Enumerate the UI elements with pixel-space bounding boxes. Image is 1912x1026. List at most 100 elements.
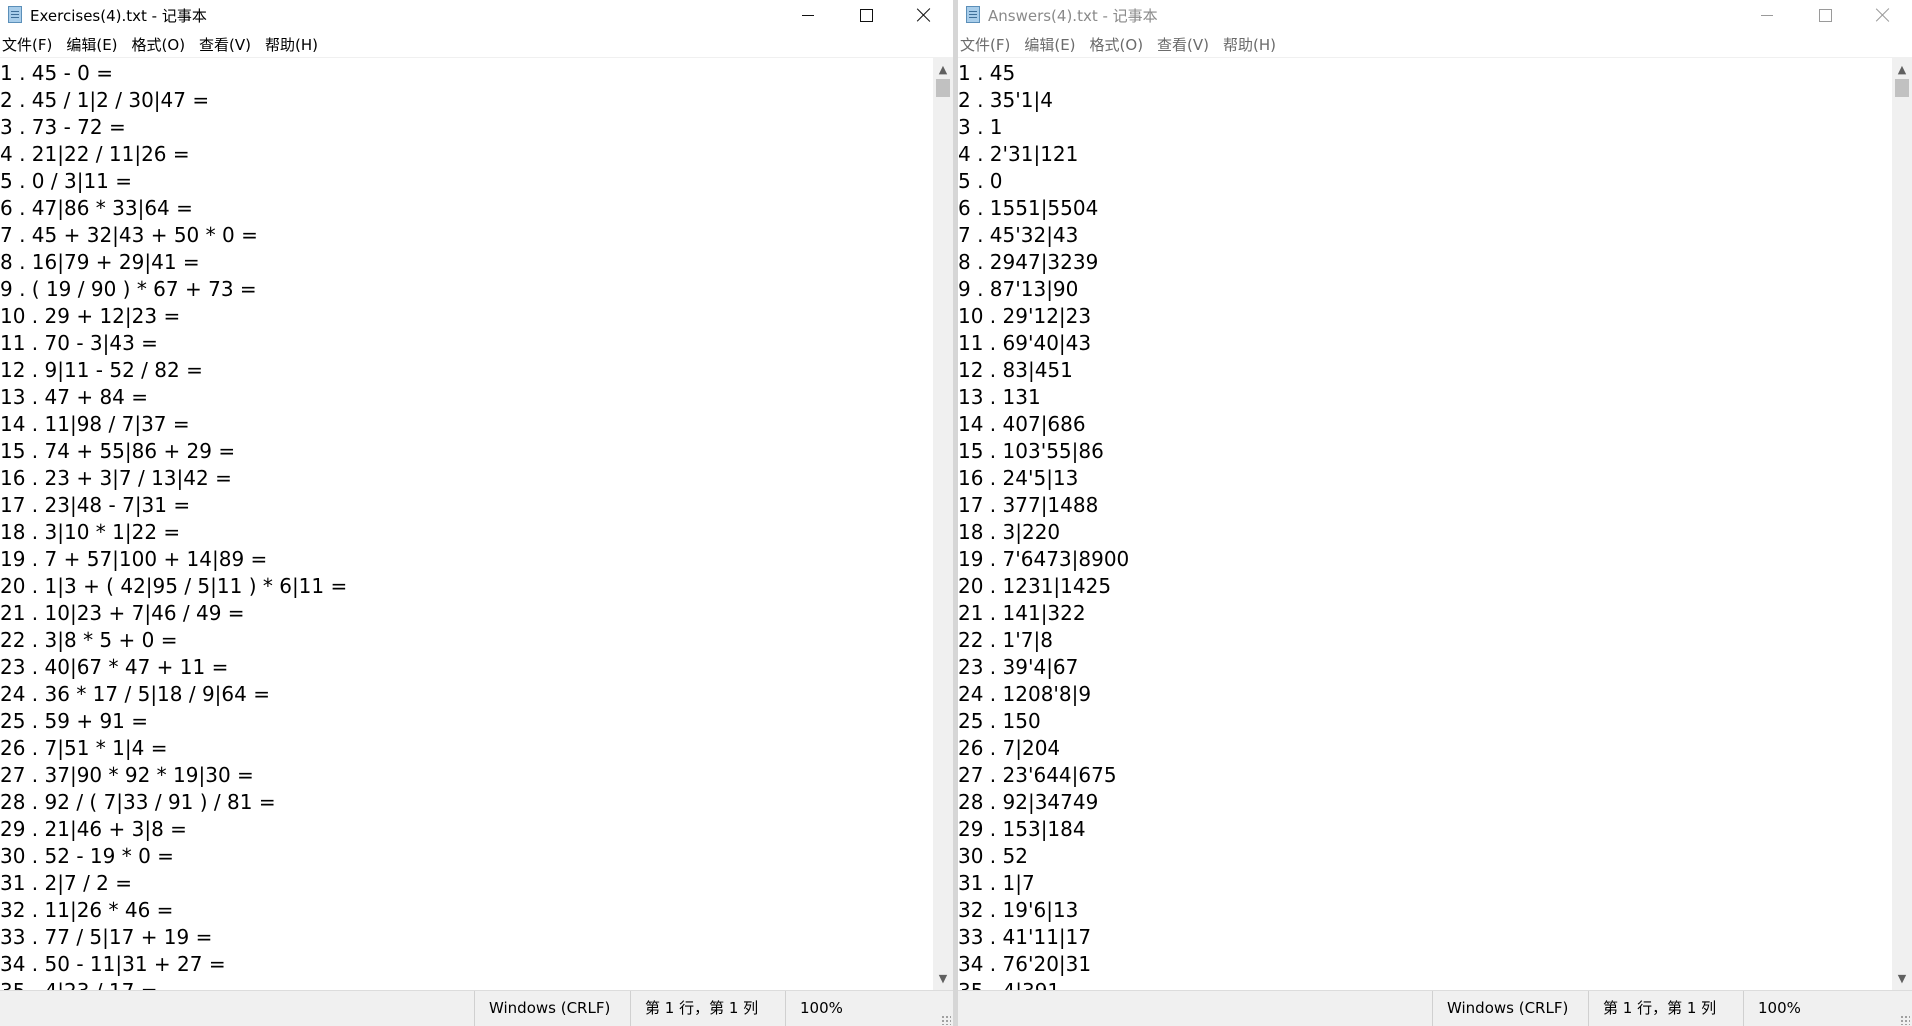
- text-line: 15 . 103'55|86: [958, 439, 1104, 463]
- vertical-scrollbar[interactable]: ▲ ▼: [933, 57, 953, 990]
- menu-format[interactable]: 格式(O): [1088, 33, 1152, 57]
- window-title: Exercises(4).txt - 记事本: [30, 7, 207, 25]
- menu-help[interactable]: 帮助(H): [263, 33, 326, 57]
- status-zoom: 100%: [785, 991, 925, 1026]
- minimize-icon: [802, 14, 814, 16]
- text-line: 31 . 2|7 / 2 =: [0, 871, 133, 895]
- text-lines: 1 . 45 2 . 35'1|4 3 . 1 4 . 2'31|121 5 . 0 6 …: [958, 58, 1892, 991]
- notepad-app-icon[interactable]: [966, 6, 980, 23]
- status-bar: Windows (CRLF) 第 1 行，第 1 列 100%: [958, 990, 1912, 1026]
- text-line: 26 . 7|204: [958, 736, 1061, 760]
- status-cursor-position: 第 1 行，第 1 列: [1588, 991, 1743, 1026]
- title-bar[interactable]: Exercises(4).txt - 记事本: [0, 0, 953, 30]
- menu-help[interactable]: 帮助(H): [1221, 33, 1284, 57]
- text-line: 3 . 1: [958, 115, 1003, 139]
- status-zoom: 100%: [1743, 991, 1883, 1026]
- text-line: 29 . 153|184: [958, 817, 1086, 841]
- text-line: 17 . 23|48 - 7|31 =: [0, 493, 191, 517]
- scroll-up-icon[interactable]: ▲: [933, 59, 953, 79]
- text-line: 32 . 19'6|13: [958, 898, 1079, 922]
- text-line: 6 . 1551|5504: [958, 196, 1099, 220]
- text-line: 5 . 0: [958, 169, 1003, 193]
- notepad-window-exercises: Exercises(4).txt - 记事本 文件(F) 编辑(E) 格式(O)…: [0, 0, 953, 1026]
- scroll-down-icon[interactable]: ▼: [1892, 968, 1912, 988]
- status-encoding: Windows (CRLF): [474, 991, 630, 1026]
- maximize-button[interactable]: [837, 0, 895, 30]
- text-line: 17 . 377|1488: [958, 493, 1099, 517]
- close-icon: [917, 8, 931, 22]
- text-line: 1 . 45: [958, 61, 1016, 85]
- text-line: 24 . 36 * 17 / 5|18 / 9|64 =: [0, 682, 270, 706]
- text-line: 12 . 9|11 - 52 / 82 =: [0, 358, 203, 382]
- menu-edit[interactable]: 编辑(E): [64, 33, 125, 57]
- text-line: 33 . 41'11|17: [958, 925, 1092, 949]
- text-line: 9 . 87'13|90: [958, 277, 1079, 301]
- text-line: 27 . 23'644|675: [958, 763, 1117, 787]
- text-line: 7 . 45'32|43: [958, 223, 1079, 247]
- text-line: 11 . 69'40|43: [958, 331, 1092, 355]
- text-line: 6 . 47|86 * 33|64 =: [0, 196, 193, 220]
- text-line: 14 . 407|686: [958, 412, 1086, 436]
- text-line: 31 . 1|7: [958, 871, 1035, 895]
- text-line: 18 . 3|10 * 1|22 =: [0, 520, 181, 544]
- text-line: 28 . 92|34749: [958, 790, 1099, 814]
- text-line: 13 . 47 + 84 =: [0, 385, 149, 409]
- text-line: 9 . ( 19 / 90 ) * 67 + 73 =: [0, 277, 257, 301]
- vertical-scrollbar[interactable]: ▲ ▼: [1892, 57, 1912, 990]
- maximize-button[interactable]: [1796, 0, 1854, 30]
- resize-grip-icon[interactable]: [1900, 1015, 1910, 1025]
- text-line: 29 . 21|46 + 3|8 =: [0, 817, 187, 841]
- status-bar: Windows (CRLF) 第 1 行，第 1 列 100%: [0, 990, 953, 1026]
- text-line: 22 . 1'7|8: [958, 628, 1053, 652]
- text-line: 8 . 2947|3239: [958, 250, 1099, 274]
- text-line: 14 . 11|98 / 7|37 =: [0, 412, 190, 436]
- resize-grip-icon[interactable]: [941, 1015, 951, 1025]
- menu-file[interactable]: 文件(F): [958, 33, 1018, 57]
- text-line: 3 . 73 - 72 =: [0, 115, 126, 139]
- text-line: 18 . 3|220: [958, 520, 1061, 544]
- text-line: 15 . 74 + 55|86 + 29 =: [0, 439, 236, 463]
- text-line: 19 . 7'6473|8900: [958, 547, 1130, 571]
- text-line: 21 . 10|23 + 7|46 / 49 =: [0, 601, 245, 625]
- menu-view[interactable]: 查看(V): [1155, 33, 1217, 57]
- text-editor-area[interactable]: 1 . 45 - 0 = 2 . 45 / 1|2 / 30|47 = 3 . 73…: [0, 57, 933, 991]
- text-line: 30 . 52: [958, 844, 1028, 868]
- minimize-button[interactable]: [1738, 0, 1796, 30]
- close-button[interactable]: [895, 0, 953, 30]
- scrollbar-thumb[interactable]: [936, 79, 950, 97]
- text-line: 7 . 45 + 32|43 + 50 * 0 =: [0, 223, 258, 247]
- maximize-icon: [859, 8, 873, 22]
- close-button[interactable]: [1854, 0, 1912, 30]
- text-lines: 1 . 45 - 0 = 2 . 45 / 1|2 / 30|47 = 3 . 73…: [0, 58, 933, 991]
- text-line: 16 . 24'5|13: [958, 466, 1079, 490]
- text-line: 10 . 29'12|23: [958, 304, 1092, 328]
- scroll-down-icon[interactable]: ▼: [933, 968, 953, 988]
- status-cursor-position: 第 1 行，第 1 列: [630, 991, 785, 1026]
- minimize-icon: [1761, 14, 1773, 16]
- text-editor-area[interactable]: 1 . 45 2 . 35'1|4 3 . 1 4 . 2'31|121 5 . 0 6 …: [958, 57, 1892, 991]
- text-line: 34 . 76'20|31: [958, 952, 1092, 976]
- text-line: 13 . 131: [958, 385, 1041, 409]
- menu-view[interactable]: 查看(V): [197, 33, 259, 57]
- text-line: 4 . 2'31|121: [958, 142, 1079, 166]
- text-line: 1 . 45 - 0 =: [0, 61, 114, 85]
- window-title: Answers(4).txt - 记事本: [988, 7, 1158, 25]
- menu-edit[interactable]: 编辑(E): [1022, 33, 1083, 57]
- text-line: 4 . 21|22 / 11|26 =: [0, 142, 190, 166]
- text-line: 21 . 141|322: [958, 601, 1086, 625]
- text-line: 20 . 1|3 + ( 42|95 / 5|11 ) * 6|11 =: [0, 574, 348, 598]
- scroll-up-icon[interactable]: ▲: [1892, 59, 1912, 79]
- text-line: 2 . 35'1|4: [958, 88, 1053, 112]
- text-line: 10 . 29 + 12|23 =: [0, 304, 181, 328]
- scrollbar-thumb[interactable]: [1895, 79, 1909, 97]
- menu-file[interactable]: 文件(F): [0, 33, 60, 57]
- text-line: 20 . 1231|1425: [958, 574, 1112, 598]
- text-line: 25 . 150: [958, 709, 1041, 733]
- notepad-app-icon[interactable]: [8, 6, 22, 23]
- menu-format[interactable]: 格式(O): [130, 33, 194, 57]
- notepad-window-answers: Answers(4).txt - 记事本 文件(F) 编辑(E) 格式(O) 查…: [958, 0, 1912, 1026]
- minimize-button[interactable]: [779, 0, 837, 30]
- text-line: 12 . 83|451: [958, 358, 1073, 382]
- title-bar[interactable]: Answers(4).txt - 记事本: [958, 0, 1912, 30]
- text-line: 34 . 50 - 11|31 + 27 =: [0, 952, 226, 976]
